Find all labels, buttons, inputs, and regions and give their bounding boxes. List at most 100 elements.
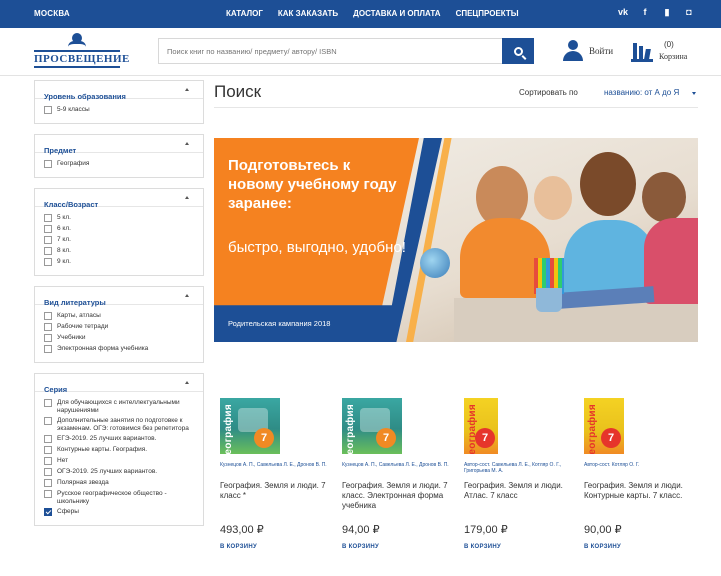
- add-to-cart-button[interactable]: В КОРЗИНУ: [464, 544, 576, 550]
- cover-grade-badge: 7: [475, 428, 495, 448]
- filter-option-label: Электронная форма учебника: [57, 345, 149, 352]
- checkbox[interactable]: [44, 446, 52, 454]
- nav-how-to-order[interactable]: КАК ЗАКАЗАТЬ: [278, 9, 338, 18]
- facet-header[interactable]: Уровень образования: [35, 81, 203, 101]
- cover-grade-badge: 7: [601, 428, 621, 448]
- filter-option[interactable]: Полярная звезда: [44, 479, 194, 487]
- facet-header[interactable]: Класс/Возраст: [35, 189, 203, 209]
- filter-option[interactable]: 6 кл.: [44, 225, 194, 233]
- checkbox[interactable]: [44, 225, 52, 233]
- product-card[interactable]: География 7 Кузнецов А. П., Савельева Л.…: [342, 398, 454, 550]
- filter-option-label: Сферы: [57, 508, 79, 515]
- city-selector[interactable]: МОСКВА: [34, 9, 70, 18]
- chevron-up-icon[interactable]: [185, 142, 189, 145]
- product-authors[interactable]: Автор-сост. Котляр О. Г.: [584, 462, 696, 476]
- filter-option[interactable]: Карты, атласы: [44, 312, 194, 320]
- add-to-cart-button[interactable]: В КОРЗИНУ: [220, 544, 332, 550]
- login-link[interactable]: Войти: [589, 46, 613, 56]
- logo-name: ПРОСВЕЩЕНИЕ: [34, 53, 130, 65]
- chevron-up-icon[interactable]: [185, 294, 189, 297]
- product-authors[interactable]: Кузнецов А. П., Савельева Л. Е., Дронов …: [220, 462, 332, 476]
- checkbox[interactable]: [44, 399, 52, 407]
- book-cover[interactable]: География 7: [584, 398, 624, 454]
- book-cover[interactable]: География 7: [464, 398, 498, 454]
- product-title[interactable]: География. Земля и люди. Контурные карты…: [584, 481, 696, 521]
- checkbox[interactable]: [44, 334, 52, 342]
- filter-option[interactable]: Электронная форма учебника: [44, 345, 194, 353]
- filter-option[interactable]: География: [44, 160, 194, 168]
- checkbox[interactable]: [44, 479, 52, 487]
- checkbox[interactable]: [44, 457, 52, 465]
- checkbox[interactable]: [44, 323, 52, 331]
- filter-option[interactable]: Учебники: [44, 334, 194, 342]
- checkbox[interactable]: [44, 312, 52, 320]
- checkbox[interactable]: [44, 106, 52, 114]
- sort-label: Сортировать по: [519, 88, 578, 97]
- checkbox[interactable]: [44, 236, 52, 244]
- checkbox[interactable]: [44, 490, 52, 498]
- facet-header[interactable]: Вид литературы: [35, 287, 203, 307]
- product-title[interactable]: География. Земля и люди. 7 класс. Электр…: [342, 481, 454, 521]
- checkbox[interactable]: [44, 468, 52, 476]
- facet-header[interactable]: Предмет: [35, 135, 203, 155]
- promo-banner[interactable]: Подготовьтесь к новому учебному году зар…: [214, 138, 698, 342]
- chevron-up-icon[interactable]: [185, 88, 189, 91]
- instagram-icon[interactable]: ◘: [683, 7, 695, 18]
- add-to-cart-button[interactable]: В КОРЗИНУ: [342, 544, 454, 550]
- filter-option[interactable]: Нет: [44, 457, 194, 465]
- filter-option[interactable]: Сферы: [44, 508, 194, 516]
- filter-option[interactable]: 9 кл.: [44, 258, 194, 266]
- facet-header[interactable]: Серия: [35, 374, 203, 394]
- filter-option[interactable]: 8 кл.: [44, 247, 194, 255]
- add-to-cart-button[interactable]: В КОРЗИНУ: [584, 544, 696, 550]
- checkbox[interactable]: [44, 417, 52, 425]
- product-authors[interactable]: Автор-сост. Савельева Л. Е., Котляр О. Г…: [464, 462, 576, 476]
- search-input[interactable]: [158, 38, 502, 64]
- search-button[interactable]: [502, 38, 534, 64]
- chevron-up-icon[interactable]: [185, 196, 189, 199]
- user-icon[interactable]: [562, 40, 584, 62]
- filter-option[interactable]: 7 кл.: [44, 236, 194, 244]
- social-links: vk f ▮ ◘: [617, 7, 695, 18]
- product-title[interactable]: География. Земля и люди. 7 класс *: [220, 481, 332, 521]
- filter-option[interactable]: 5-9 классы: [44, 106, 194, 114]
- facet-title: Серия: [44, 385, 68, 394]
- nav-delivery[interactable]: ДОСТАВКА И ОПЛАТА: [353, 9, 440, 18]
- filter-option[interactable]: Для обучающихся с интеллектуальными нару…: [44, 399, 194, 414]
- checkbox[interactable]: [44, 258, 52, 266]
- book-cover[interactable]: География 7: [220, 398, 280, 454]
- filter-option[interactable]: Контурные карты. География.: [44, 446, 194, 454]
- filter-option[interactable]: Рабочие тетради: [44, 323, 194, 331]
- nav-special-projects[interactable]: СПЕЦПРОЕКТЫ: [456, 9, 519, 18]
- logo[interactable]: ПРОСВЕЩЕНИЕ: [34, 33, 130, 71]
- checkbox-checked[interactable]: [44, 508, 52, 516]
- product-card[interactable]: География 7 Автор-сост. Савельева Л. Е.,…: [464, 398, 576, 550]
- filter-option[interactable]: ЕГЭ-2019. 25 лучших вариантов.: [44, 435, 194, 443]
- product-card[interactable]: География 7 Кузнецов А. П., Савельева Л.…: [220, 398, 332, 550]
- youtube-icon[interactable]: ▮: [661, 7, 673, 18]
- book-cover[interactable]: География 7: [342, 398, 402, 454]
- filter-option[interactable]: Русское географическое общество - школьн…: [44, 490, 194, 505]
- product-card[interactable]: География 7 Автор-сост. Котляр О. Г. Гео…: [584, 398, 696, 550]
- cover-title: География: [345, 404, 356, 454]
- nav-catalog[interactable]: КАТАЛОГ: [226, 9, 263, 18]
- filter-option[interactable]: Дополнительные занятия по подготовке к э…: [44, 417, 194, 432]
- filter-option[interactable]: 5 кл.: [44, 214, 194, 222]
- chevron-down-icon[interactable]: [692, 92, 696, 95]
- chevron-up-icon[interactable]: [185, 381, 189, 384]
- checkbox[interactable]: [44, 435, 52, 443]
- checkbox[interactable]: [44, 345, 52, 353]
- checkbox[interactable]: [44, 160, 52, 168]
- cart-link[interactable]: Корзина: [659, 52, 687, 61]
- vk-icon[interactable]: vk: [617, 7, 629, 18]
- filter-option-label: ОГЭ-2019. 25 лучших вариантов.: [57, 468, 158, 475]
- product-title[interactable]: География. Земля и люди. Атлас. 7 класс: [464, 481, 576, 521]
- cart-icon[interactable]: [631, 40, 653, 62]
- filter-option-label: Русское географическое общество - школьн…: [57, 490, 167, 505]
- product-authors[interactable]: Кузнецов А. П., Савельева Л. Е., Дронов …: [342, 462, 454, 476]
- filter-option[interactable]: ОГЭ-2019. 25 лучших вариантов.: [44, 468, 194, 476]
- sort-dropdown[interactable]: названию: от А до Я: [604, 88, 679, 97]
- facebook-icon[interactable]: f: [639, 7, 651, 18]
- checkbox[interactable]: [44, 247, 52, 255]
- checkbox[interactable]: [44, 214, 52, 222]
